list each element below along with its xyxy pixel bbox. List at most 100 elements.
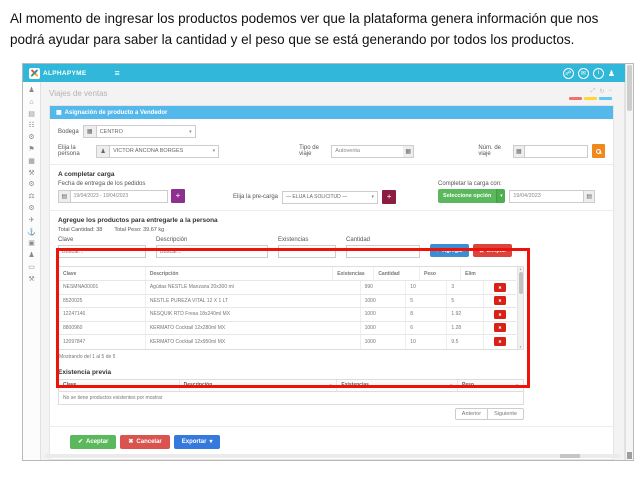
close-icon: ✖ [128, 438, 133, 445]
box-icon[interactable]: ▣ [28, 240, 35, 247]
delete-row-button[interactable]: ✖ [494, 310, 506, 319]
chevron-down-icon: ▾ [213, 148, 216, 154]
list-icon[interactable]: ▤ [28, 111, 35, 118]
home-icon[interactable]: ⌂ [29, 99, 33, 106]
share-icon[interactable]: ☍ [563, 68, 574, 79]
cell-descripcion: NESTLE PUREZA VITAL 12 X 1 LT [146, 295, 361, 308]
cell-existencias: 1000 [361, 308, 407, 321]
productos-section-title: Agregue los productos para entregarle a … [58, 217, 605, 224]
filter-input-existencias[interactable] [278, 245, 336, 258]
scroll-down-icon[interactable]: ▾ [520, 345, 522, 349]
scale-icon[interactable]: ⚖ [28, 193, 34, 200]
cell-existencias: 1000 [361, 295, 407, 308]
add-fecha-button[interactable]: + [171, 189, 185, 203]
user-icon[interactable]: ♟ [28, 87, 34, 94]
search-icon [596, 149, 601, 154]
persona-select[interactable]: VICTOR ANCONA BORGES▾ [109, 145, 219, 158]
bodega-select[interactable]: CENTRO▾ [96, 125, 196, 138]
seleccione-opcion-button[interactable]: Seleccione opción ▾ [438, 189, 505, 203]
tools-icon[interactable]: ⚒ [28, 170, 34, 177]
limpiar-button[interactable]: ⊔Limpiar [473, 244, 512, 257]
exportar-button[interactable]: Exportar ▾ [174, 435, 221, 449]
column-label: Clave [63, 382, 76, 388]
filter-input-cantidad[interactable] [346, 245, 420, 258]
scrollbar-thumb[interactable] [519, 272, 523, 294]
flag-icon[interactable]: ⚑ [28, 146, 34, 153]
cell-cantidad: 10 [406, 335, 447, 349]
screen-icon[interactable]: ▭ [28, 264, 35, 271]
fecha-range-input[interactable] [70, 190, 168, 203]
cell-descripcion: KERMATO Cocktail 12x280ml MX [146, 322, 361, 335]
vertical-scrollbar[interactable] [625, 64, 633, 460]
scrollbar-thumb[interactable] [627, 65, 632, 111]
cell-peso: 1.92 [447, 308, 484, 321]
check-icon: ✔ [78, 438, 83, 445]
num-viaje-label: Núm. de viaje [478, 145, 509, 157]
calendar-icon: ▤ [58, 190, 70, 203]
column-header[interactable]: Existencias⇅ [337, 380, 458, 391]
column-header[interactable]: Descripción⇅ [180, 380, 338, 391]
chart-icon[interactable]: ☷ [28, 122, 34, 129]
scrollbar-thumb[interactable] [560, 454, 580, 458]
expand-icon[interactable]: ⤢ [591, 88, 596, 95]
delete-row-button[interactable]: ✖ [494, 283, 506, 292]
grid-icon[interactable]: ▦ [28, 158, 35, 165]
user-icon[interactable]: ♟ [28, 252, 34, 259]
cell-elim: ✖ [484, 281, 516, 294]
column-header: Clave [59, 267, 146, 280]
cell-clave: NESMNA00001 [59, 281, 146, 294]
minimize-icon[interactable]: − [608, 88, 612, 95]
filter-input-clave[interactable] [58, 245, 146, 258]
cell-clave: 12247146 [59, 308, 146, 321]
plane-icon[interactable]: ✈ [29, 217, 35, 224]
cell-cantidad: 10 [406, 281, 447, 294]
anchor-icon[interactable]: ⚓ [27, 229, 36, 236]
user-icon[interactable]: ♟ [608, 69, 615, 78]
filter-field: Existencias [278, 237, 336, 258]
refresh-icon[interactable]: ↻ [599, 88, 604, 95]
completar-date-input[interactable] [509, 190, 584, 203]
filter-label: Existencias [278, 237, 336, 243]
chat-icon[interactable]: ✉ [578, 68, 589, 79]
table-scrollbar[interactable]: ▴ ▾ [517, 267, 523, 349]
cancelar-button[interactable]: ✖ Cancelar [120, 435, 169, 449]
app-screenshot: ALPHAPYME ≡ ☍✉i♟ ♟⌂▤☷⚙⚑▦⚒⚙⚖⚙✈⚓▣♟▭⚒ Viaje… [22, 63, 634, 461]
hamburger-menu-icon[interactable]: ≡ [115, 68, 120, 78]
total-cantidad: Total Cantidad: 38 [58, 227, 102, 233]
search-button[interactable] [592, 144, 605, 158]
aceptar-button[interactable]: ✔ Aceptar [70, 435, 116, 449]
column-header[interactable]: Peso⇅ [458, 380, 523, 391]
tipo-viaje-input[interactable] [331, 145, 403, 158]
agregar-button[interactable]: +Agregar [430, 244, 469, 257]
gear-icon[interactable]: ⚙ [28, 134, 34, 141]
cell-peso: 1.28 [447, 322, 484, 335]
scroll-up-icon[interactable]: ▴ [520, 267, 522, 271]
info-icon[interactable]: i [593, 68, 604, 79]
cell-cantidad: 8 [406, 308, 447, 321]
carga-section-title: A completar carga [58, 171, 605, 178]
limpiar-label: Limpiar [487, 248, 507, 254]
caption-text: Al momento de ingresar los productos pod… [0, 0, 630, 50]
window-control-icons: ⤢↻− [591, 88, 612, 95]
num-viaje-input[interactable] [524, 145, 588, 158]
column-header[interactable]: Clave▴ [59, 380, 180, 391]
filter-input-descripción[interactable] [156, 245, 268, 258]
delete-row-button[interactable]: ✖ [494, 337, 506, 346]
tools-icon[interactable]: ⚒ [28, 276, 34, 283]
add-precarga-button[interactable]: + [382, 190, 396, 204]
sort-icon: ⇅ [329, 383, 332, 388]
horizontal-scrollbar[interactable] [45, 454, 620, 458]
page-titlebar: Viajes de ventas ⤢↻− [41, 82, 624, 105]
trash-icon: ✖ [498, 298, 501, 303]
delete-row-button[interactable]: ✖ [494, 296, 506, 305]
delete-row-button[interactable]: ✖ [494, 323, 506, 332]
gear-icon[interactable]: ⚙ [28, 205, 34, 212]
filter-label: Cantidad [346, 237, 420, 243]
trash-icon: ✖ [498, 312, 501, 317]
previous-page-button[interactable]: Anterior [455, 408, 488, 420]
cell-clave: 8800960 [59, 322, 146, 335]
precarga-select[interactable]: — ELIJA LA SOLICITUD —▾ [282, 191, 378, 204]
existencia-table: Clave▴Descripción⇅Existencias⇅Peso⇅ No s… [58, 379, 524, 405]
gear-icon[interactable]: ⚙ [28, 181, 34, 188]
next-page-button[interactable]: Siguiente [488, 408, 524, 420]
